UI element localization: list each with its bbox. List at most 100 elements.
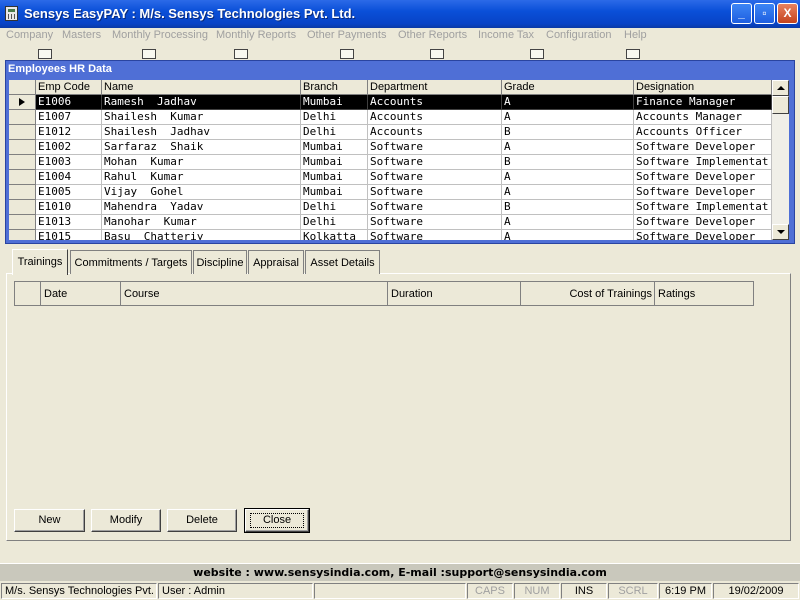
col-header-name[interactable]: Name <box>102 80 301 95</box>
cell-branch[interactable]: Mumbai <box>301 95 368 110</box>
table-row[interactable]: E1003 Mohan Kumar Mumbai Software B Software … <box>9 155 772 170</box>
cell-department[interactable]: Software <box>368 155 502 170</box>
table-row[interactable]: E1015 Basu Chatteriy Kolkatta Software A Soft… <box>9 230 772 240</box>
cell-department[interactable]: Accounts <box>368 110 502 125</box>
cell-department[interactable]: Software <box>368 200 502 215</box>
cell-name[interactable]: Manohar Kumar <box>102 215 301 230</box>
delete-button[interactable]: Delete <box>167 509 237 532</box>
cell-branch[interactable]: Kolkatta <box>301 230 368 240</box>
table-row[interactable]: E1007 Shailesh Kumar Delhi Accounts A Account… <box>9 110 772 125</box>
cell-department[interactable]: Software <box>368 215 502 230</box>
col-header-emp-code[interactable]: Emp Code <box>36 80 102 95</box>
row-selector[interactable] <box>9 170 36 185</box>
modify-button[interactable]: Modify <box>91 509 161 532</box>
grid-vertical-scrollbar[interactable] <box>772 80 789 240</box>
row-selector[interactable] <box>9 215 36 230</box>
cell-name[interactable]: Ramesh Jadhav <box>102 95 301 110</box>
cell-emp-code[interactable]: E1013 <box>36 215 102 230</box>
cell-branch[interactable]: Mumbai <box>301 185 368 200</box>
employees-grid[interactable]: Emp Code Name Branch Department Grade De… <box>9 80 772 240</box>
col-header-branch[interactable]: Branch <box>301 80 368 95</box>
trainings-col-ratings[interactable]: Ratings <box>655 282 754 306</box>
cell-department[interactable]: Software <box>368 230 502 240</box>
table-row[interactable]: E1004 Rahul Kumar Mumbai Software A Software … <box>9 170 772 185</box>
cell-grade[interactable]: A <box>502 110 634 125</box>
toolbar-reports-icon[interactable] <box>340 49 354 59</box>
table-row[interactable]: E1002 Sarfaraz Shaik Mumbai Software A Softwa… <box>9 140 772 155</box>
cell-designation[interactable]: Software Developer <box>634 170 772 185</box>
cell-grade[interactable]: A <box>502 95 634 110</box>
cell-designation[interactable]: Software Implementat <box>634 155 772 170</box>
row-selector[interactable] <box>9 185 36 200</box>
cell-designation[interactable]: Software Developer <box>634 140 772 155</box>
scroll-thumb[interactable] <box>772 96 789 114</box>
cell-name[interactable]: Shailesh Kumar <box>102 110 301 125</box>
cell-name[interactable]: Vijay Gohel <box>102 185 301 200</box>
trainings-col-course[interactable]: Course <box>121 282 388 306</box>
scroll-up-arrow-icon[interactable] <box>772 80 789 96</box>
row-selector[interactable] <box>9 110 36 125</box>
cell-name[interactable]: Mohan Kumar <box>102 155 301 170</box>
tab-trainings[interactable]: Trainings <box>12 249 68 275</box>
menu-monthly-processing[interactable]: Monthly Processing <box>112 28 208 42</box>
tab-appraisal[interactable]: Appraisal <box>248 250 304 274</box>
menu-other-reports[interactable]: Other Reports <box>398 28 467 42</box>
tab-discipline[interactable]: Discipline <box>193 250 247 274</box>
cell-designation[interactable]: Software Implementat <box>634 200 772 215</box>
menu-help[interactable]: Help <box>624 28 647 42</box>
cell-emp-code[interactable]: E1006 <box>36 95 102 110</box>
cell-grade[interactable]: A <box>502 185 634 200</box>
app-icon[interactable] <box>5 6 18 21</box>
minimize-button[interactable]: _ <box>731 3 752 24</box>
toolbar-company-icon[interactable] <box>38 49 52 59</box>
cell-grade[interactable]: A <box>502 215 634 230</box>
cell-department[interactable]: Software <box>368 170 502 185</box>
table-row[interactable]: E1006 Ramesh Jadhav Mumbai Accounts A Finance… <box>9 95 772 110</box>
cell-grade[interactable]: A <box>502 140 634 155</box>
cell-emp-code[interactable]: E1002 <box>36 140 102 155</box>
cell-grade[interactable]: B <box>502 155 634 170</box>
row-selector[interactable] <box>9 155 36 170</box>
trainings-grid[interactable]: Date Course Duration Cost of Trainings R… <box>14 281 754 306</box>
cell-emp-code[interactable]: E1010 <box>36 200 102 215</box>
close-button[interactable]: Close <box>244 508 310 533</box>
menu-income-tax[interactable]: Income Tax <box>478 28 534 42</box>
cell-branch[interactable]: Mumbai <box>301 155 368 170</box>
cell-designation[interactable]: Finance Manager <box>634 95 772 110</box>
table-row[interactable]: E1013 Manohar Kumar Delhi Software A Software… <box>9 215 772 230</box>
cell-name[interactable]: Rahul Kumar <box>102 170 301 185</box>
cell-grade[interactable]: A <box>502 230 634 240</box>
cell-designation[interactable]: Software Developer <box>634 215 772 230</box>
toolbar-masters-icon[interactable] <box>142 49 156 59</box>
row-selector[interactable] <box>9 140 36 155</box>
menu-company[interactable]: Company <box>6 28 53 42</box>
cell-department[interactable]: Software <box>368 185 502 200</box>
cell-emp-code[interactable]: E1004 <box>36 170 102 185</box>
cell-branch[interactable]: Delhi <box>301 200 368 215</box>
cell-branch[interactable]: Delhi <box>301 215 368 230</box>
cell-name[interactable]: Mahendra Yadav <box>102 200 301 215</box>
cell-designation[interactable]: Software Developer <box>634 185 772 200</box>
cell-department[interactable]: Accounts <box>368 95 502 110</box>
maximize-button[interactable]: ▫ <box>754 3 775 24</box>
cell-emp-code[interactable]: E1005 <box>36 185 102 200</box>
row-selector[interactable] <box>9 200 36 215</box>
cell-department[interactable]: Software <box>368 140 502 155</box>
tab-asset-details[interactable]: Asset Details <box>305 250 380 274</box>
cell-grade[interactable]: B <box>502 125 634 140</box>
menu-other-payments[interactable]: Other Payments <box>307 28 386 42</box>
cell-name[interactable]: Basu Chatteriy <box>102 230 301 240</box>
cell-name[interactable]: Shailesh Jadhav <box>102 125 301 140</box>
table-row[interactable]: E1012 Shailesh Jadhav Delhi Accounts B Accoun… <box>9 125 772 140</box>
toolbar-tax-icon[interactable] <box>530 49 544 59</box>
col-header-department[interactable]: Department <box>368 80 502 95</box>
cell-branch[interactable]: Delhi <box>301 110 368 125</box>
cell-grade[interactable]: A <box>502 170 634 185</box>
toolbar-payments-icon[interactable] <box>430 49 444 59</box>
menu-monthly-reports[interactable]: Monthly Reports <box>216 28 296 42</box>
row-selector[interactable] <box>9 95 36 110</box>
new-button[interactable]: New <box>14 509 85 532</box>
trainings-col-date[interactable]: Date <box>41 282 121 306</box>
row-selector[interactable] <box>9 125 36 140</box>
cell-branch[interactable]: Mumbai <box>301 170 368 185</box>
